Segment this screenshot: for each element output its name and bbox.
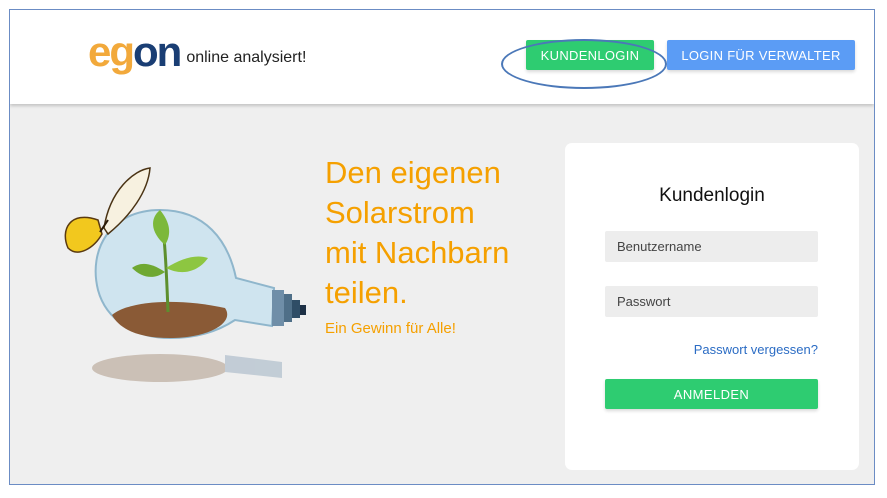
forgot-password-link[interactable]: Passwort vergessen? [694,342,818,357]
headline-line: mit Nachbarn [325,235,510,270]
headline-line: teilen. [325,275,408,310]
headline-line: Den eigenen [325,155,501,190]
egon-logo[interactable]: egon online analysiert! [88,31,307,73]
login-card: Kundenlogin Passwort vergessen? ANMELDEN [565,143,859,470]
admin-login-button[interactable]: LOGIN FÜR VERWALTER [667,40,855,70]
logo-letters-on: on [133,28,182,75]
customer-login-button[interactable]: KUNDENLOGIN [526,40,654,70]
submit-login-button[interactable]: ANMELDEN [605,379,818,409]
page-frame: egon online analysiert! KUNDENLOGIN LOGI… [9,9,875,485]
lightbulb-plant-butterfly-icon [64,167,306,382]
password-input[interactable] [605,286,818,317]
logo-wordmark: egon [88,31,182,73]
username-input[interactable] [605,231,818,262]
header: egon online analysiert! KUNDENLOGIN LOGI… [10,10,874,104]
bulb-reflection [92,354,282,382]
hero-headline: Den eigenen Solarstrom mit Nachbarn teil… [325,153,545,313]
logo-letter-g: g [109,28,135,75]
logo-tagline: online analysiert! [186,49,307,66]
login-title: Kundenlogin [659,185,765,206]
headline-line: Solarstrom [325,195,475,230]
bulb-socket [272,290,306,326]
hero-subline: Ein Gewinn für Alle! [325,320,456,337]
logo-letter-e: e [88,28,111,75]
